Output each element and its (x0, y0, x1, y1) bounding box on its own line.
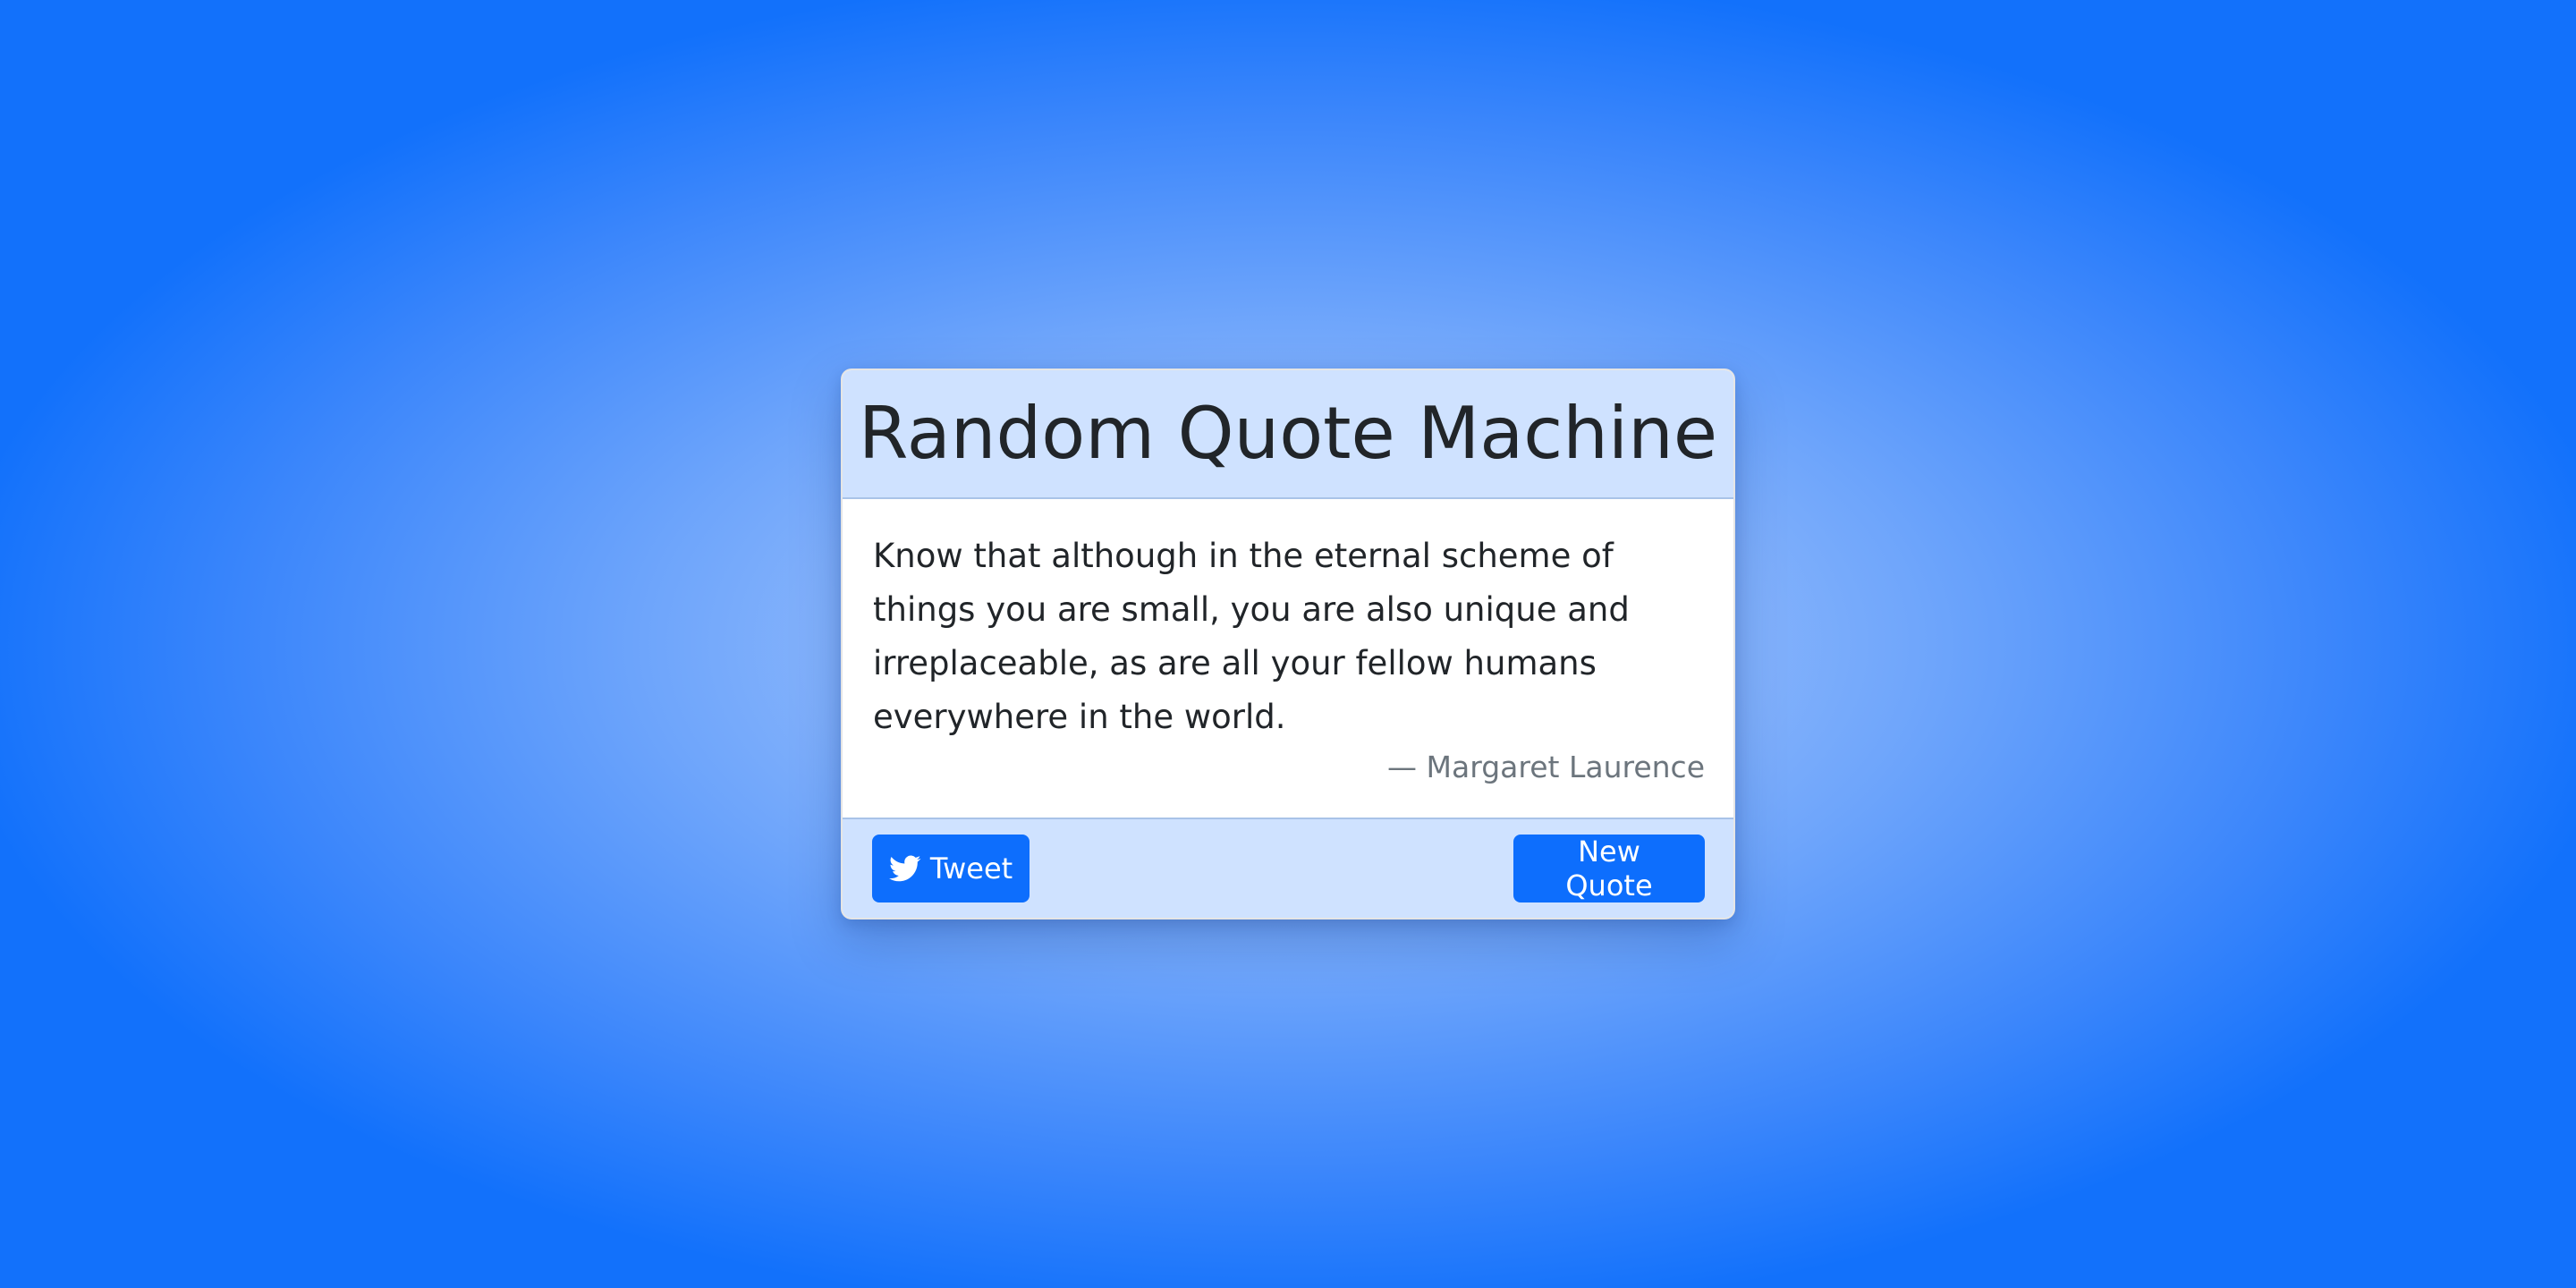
quote-text: Know that although in the eternal scheme… (873, 536, 1630, 736)
twitter-bird-icon (888, 852, 921, 885)
quote-card: Random Quote Machine Know that although … (841, 369, 1735, 919)
quote-body: Know that although in the eternal scheme… (843, 499, 1733, 818)
card-header: Random Quote Machine (843, 370, 1733, 499)
quote-author: — Margaret Laurence (1387, 749, 1705, 784)
tweet-label: Tweet (929, 851, 1013, 886)
new-quote-button[interactable]: New Quote (1513, 834, 1705, 902)
tweet-button[interactable]: Tweet (872, 834, 1030, 902)
card-footer: Tweet New Quote (843, 817, 1733, 918)
page-title: Random Quote Machine (858, 392, 1718, 476)
